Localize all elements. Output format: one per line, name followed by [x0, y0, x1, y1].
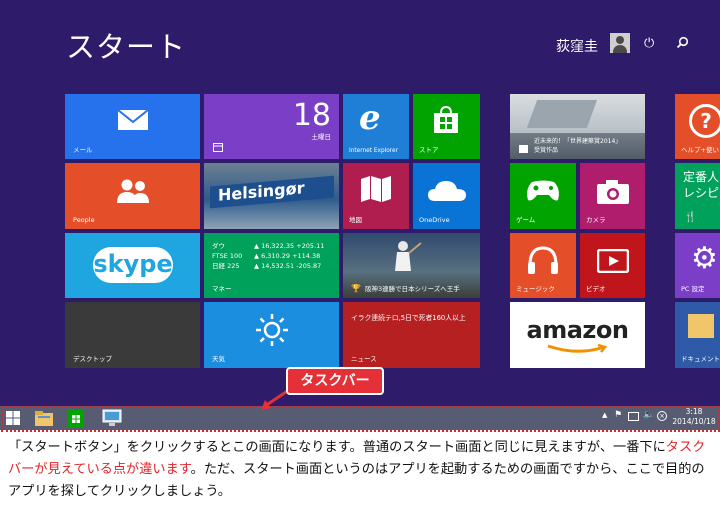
store-icon — [434, 106, 458, 133]
tile-label: ヘルプ+使い — [681, 146, 719, 154]
caption: 「スタートボタン」をクリックするとこの画面になります。普通のスタート画面と同じに… — [8, 437, 714, 503]
tile-sports[interactable]: 阪神3連勝で日本シリーズへ王手 🏆 — [343, 233, 480, 298]
tile-label: ニュース — [351, 355, 377, 363]
headphones-icon — [528, 246, 558, 274]
tile-label: ビデオ — [586, 285, 606, 293]
tile-label: 阪神3連勝で日本シリーズへ王手 — [365, 285, 460, 293]
tile-label: デスクトップ — [73, 355, 112, 363]
tile-documents[interactable]: ドキュメント — [675, 302, 720, 368]
video-icon — [597, 249, 629, 273]
gamepad-icon — [527, 180, 559, 201]
tile-label: メール — [73, 146, 93, 154]
gear-icon: ⚙ — [691, 241, 718, 276]
people-icon — [117, 179, 149, 203]
tile-food[interactable]: 定番人 レシピ 🍴 — [675, 163, 720, 229]
tile-camera[interactable]: カメラ — [580, 163, 645, 229]
tile-label: ストア — [419, 146, 439, 154]
food-line1: 定番人 — [683, 170, 720, 184]
tile-games[interactable]: ゲーム — [510, 163, 576, 229]
tile-help[interactable]: ? ヘルプ+使い — [675, 94, 720, 159]
tile-label: Internet Explorer — [349, 148, 398, 154]
tile-label: OneDrive — [419, 216, 450, 224]
trophy-icon: 🏆 — [351, 284, 361, 293]
finance-value: ▲ 14,532.51 -205.87 — [254, 262, 322, 270]
tile-mail[interactable]: メール — [65, 94, 200, 159]
sun-icon — [256, 314, 288, 346]
taskbar-callout: タスクバー — [286, 367, 384, 395]
suitcase-icon — [519, 145, 528, 153]
tile-pc-settings[interactable]: ⚙ PC 設定 — [675, 233, 720, 298]
tile-people[interactable]: People — [65, 163, 200, 229]
search-icon[interactable] — [676, 36, 689, 53]
finance-value: ▲ 6,310.29 +114.38 — [254, 252, 321, 260]
cloud-icon — [428, 181, 466, 201]
mail-icon — [117, 109, 149, 130]
tile-weather[interactable]: 天気 — [204, 302, 339, 368]
travel-caption-line2: 受賞作品 — [534, 147, 559, 154]
tile-music[interactable]: ミュージック — [510, 233, 576, 298]
tile-photos[interactable]: Helsingør — [204, 163, 339, 229]
avatar[interactable] — [610, 33, 630, 53]
tile-label: ミュージック — [516, 285, 555, 293]
tile-desktop[interactable]: デスクトップ — [65, 302, 200, 368]
tile-maps[interactable]: 地図 — [343, 163, 409, 229]
calendar-day: 18 — [292, 98, 331, 133]
amazon-smile-icon — [547, 344, 608, 353]
tile-travel[interactable]: 近未来的！「世界建築賞2014」 受賞作品 — [510, 94, 645, 159]
start-screen: スタート 荻窪圭 ⏻ メール People skype デスクトップ 18 土曜… — [0, 0, 720, 430]
finance-list: ダウ ▲ 16,322.35 +205.11 FTSE 100 ▲ 6,310.29… — [212, 241, 324, 271]
taskbar-highlight-outline — [1, 406, 720, 432]
finance-index: 日経 225 — [212, 262, 240, 270]
camera-icon — [597, 180, 629, 204]
finance-value: ▲ 16,322.35 +205.11 — [254, 242, 325, 250]
page-title: スタート — [66, 30, 187, 64]
folder-icon — [688, 314, 714, 338]
tile-news[interactable]: イラク連続テロ,5日で死者160人以上 ニュース — [343, 302, 480, 368]
calendar-weekday: 土曜日 — [311, 133, 332, 141]
map-icon — [361, 176, 391, 202]
tile-label: PC 設定 — [681, 285, 705, 293]
ie-icon: e — [359, 98, 381, 138]
finance-index: ダウ — [212, 242, 225, 250]
help-icon: ? — [689, 104, 720, 138]
tile-calendar[interactable]: 18 土曜日 — [204, 94, 339, 159]
travel-caption-line1: 近未来的！「世界建築賞2014」 — [534, 138, 622, 145]
user-name[interactable]: 荻窪圭 — [556, 36, 598, 56]
tile-amazon[interactable]: amazon — [510, 302, 645, 368]
tile-store[interactable]: ストア — [413, 94, 480, 159]
power-icon[interactable]: ⏻ — [644, 36, 654, 51]
building-photo — [526, 100, 598, 128]
food-line2: レシピ — [683, 186, 720, 200]
tile-skype[interactable]: skype — [65, 233, 200, 298]
amazon-logo: amazon — [526, 316, 629, 344]
skype-wordmark: skype — [93, 250, 173, 278]
tile-onedrive[interactable]: OneDrive — [413, 163, 480, 229]
tile-label: 天気 — [212, 355, 225, 363]
cutlery-icon: 🍴 — [684, 212, 697, 223]
food-title: 定番人 レシピ — [683, 169, 719, 201]
tile-label: ゲーム — [516, 216, 536, 224]
tile-label: マネー — [212, 285, 232, 293]
tile-video[interactable]: ビデオ — [580, 233, 645, 298]
tile-label: カメラ — [586, 216, 606, 224]
baseball-player-photo — [395, 241, 422, 271]
finance-index: FTSE 100 — [212, 252, 243, 260]
caption-text: 「スタートボタン」をクリックするとこの画面になります。普通のスタート画面と同じに… — [8, 440, 666, 455]
tile-label: 地図 — [349, 216, 362, 224]
tile-money[interactable]: ダウ ▲ 16,322.35 +205.11 FTSE 100 ▲ 6,310.29… — [204, 233, 339, 298]
tile-internet-explorer[interactable]: e Internet Explorer — [343, 94, 409, 159]
tile-label: ドキュメント — [681, 355, 720, 363]
calendar-icon — [213, 143, 223, 152]
tile-label: People — [73, 216, 95, 224]
news-headline: イラク連続テロ,5日で死者160人以上 — [351, 314, 466, 322]
